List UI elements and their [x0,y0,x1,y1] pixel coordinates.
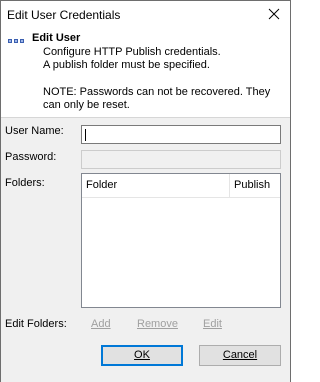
cancel-button-label: Cancel [222,349,258,361]
title-bar: Edit User Credentials [1,1,290,29]
edit-folders-label: Edit Folders: [5,318,67,330]
edit-folder-link[interactable]: Edit [203,318,222,330]
description-line: Configure HTTP Publish credentials. [43,46,221,58]
edit-user-credentials-dialog: Edit User Credentials Edit User Configur… [0,0,291,382]
close-button[interactable] [262,3,286,25]
header-panel: Edit User Configure HTTP Publish credent… [1,29,290,117]
username-input[interactable] [81,125,281,144]
window-title: Edit User Credentials [7,8,121,22]
header-note: NOTE: Passwords can not be recovered. Th… [43,86,283,112]
password-input[interactable] [81,150,281,169]
header-title: Edit User [32,32,81,44]
folders-label: Folders: [5,177,45,189]
ok-button[interactable]: OK [101,345,183,366]
folders-list[interactable]: Folder Publish [81,173,281,308]
remove-folder-link[interactable]: Remove [137,318,178,330]
close-icon [268,8,280,20]
description-line: A publish folder must be specified. [43,59,210,71]
form-panel: User Name: Password: Folders: Folder Pub… [1,117,290,382]
ok-button-label: OK [134,349,150,361]
network-icon [8,39,24,43]
cancel-button[interactable]: Cancel [199,345,281,366]
column-header-folder[interactable]: Folder [82,174,230,197]
username-label: User Name: [5,125,64,137]
note-line: NOTE: Passwords can not be recovered. Th… [43,86,271,98]
folders-list-header: Folder Publish [82,174,280,198]
note-line: can only be reset. [43,99,130,111]
column-header-publish[interactable]: Publish [230,174,280,197]
add-folder-link[interactable]: Add [91,318,111,330]
header-description: Configure HTTP Publish credentials. A pu… [43,46,283,72]
text-caret [85,129,86,141]
password-label: Password: [5,151,57,163]
